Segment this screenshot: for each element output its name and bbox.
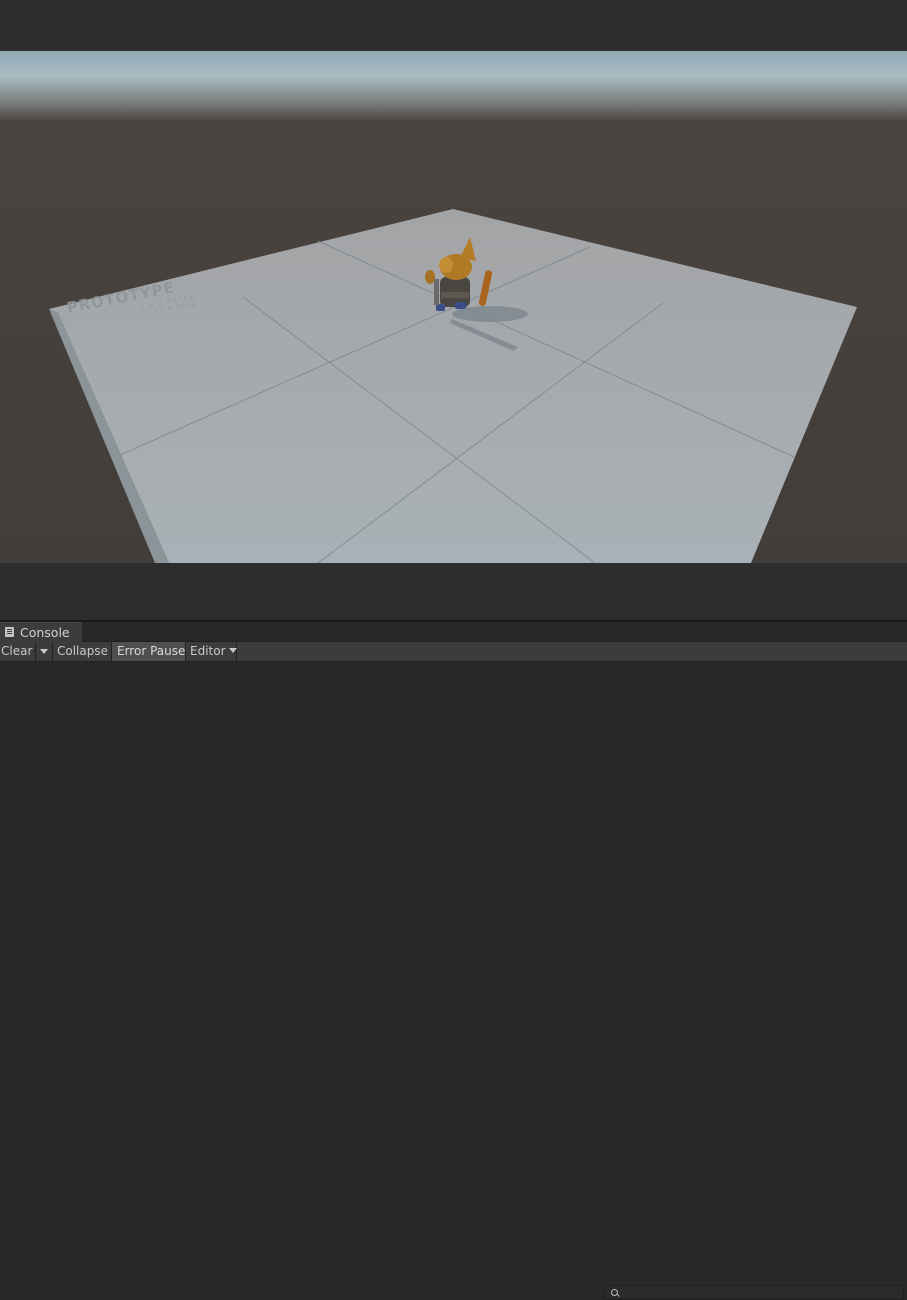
console-tab-label: Console bbox=[20, 625, 70, 640]
search-icon bbox=[611, 1289, 618, 1296]
sky bbox=[0, 51, 907, 121]
tab-console[interactable]: Console bbox=[0, 622, 82, 642]
editor-dropdown[interactable]: Editor bbox=[186, 642, 237, 661]
console-tab-strip: Console bbox=[0, 622, 907, 642]
game-view[interactable]: PROTOTYPE 1 × 1 METER TILE GRID bbox=[0, 51, 907, 563]
search-input[interactable] bbox=[621, 1286, 901, 1299]
collapse-toggle[interactable]: Collapse bbox=[53, 642, 112, 661]
clear-options-dropdown[interactable] bbox=[36, 642, 53, 661]
editor-dropdown-label: Editor bbox=[190, 644, 226, 658]
console-toolbar: Clear Collapse Error Pause Editor bbox=[0, 642, 907, 1300]
error-pause-toggle[interactable]: Error Pause bbox=[112, 642, 186, 661]
console-log-area[interactable] bbox=[0, 662, 907, 858]
console-icon bbox=[5, 627, 14, 637]
game-view-bottom-bar bbox=[0, 563, 907, 620]
chevron-down-icon bbox=[40, 649, 48, 654]
game-view-top-bar bbox=[0, 0, 907, 51]
chevron-down-icon bbox=[228, 648, 237, 653]
console-search[interactable] bbox=[604, 1285, 904, 1300]
clear-button[interactable]: Clear bbox=[0, 642, 36, 661]
